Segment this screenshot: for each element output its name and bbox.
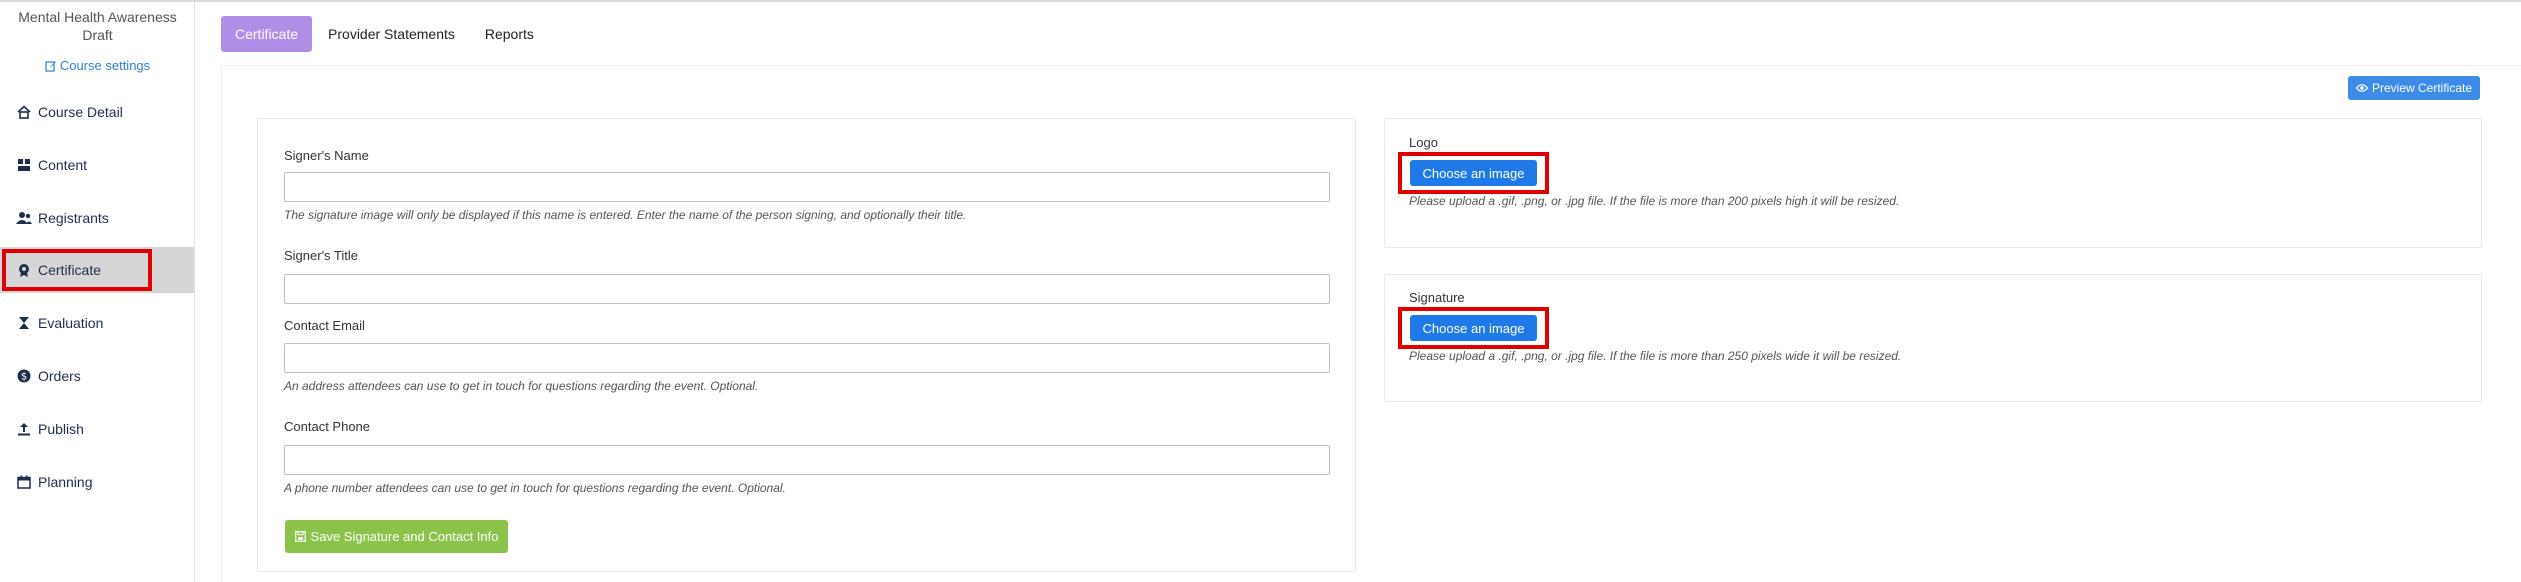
- sidebar-item-label: Publish: [38, 421, 84, 437]
- edit-icon: [45, 61, 56, 72]
- sidebar-item-certificate[interactable]: Certificate: [0, 247, 194, 293]
- logo-hint: Please upload a .gif, .png, or .jpg file…: [1409, 194, 1900, 208]
- sidebar-item-content[interactable]: Content: [0, 142, 194, 188]
- sidebar-item-course-detail[interactable]: Course Detail: [0, 89, 194, 135]
- award-icon: [16, 262, 32, 278]
- course-title: Mental Health Awareness: [18, 9, 177, 25]
- sidebar-item-label: Evaluation: [38, 315, 104, 331]
- contact-phone-input[interactable]: [284, 445, 1330, 475]
- logo-label: Logo: [1409, 135, 1438, 150]
- sidebar-item-planning[interactable]: Planning: [0, 459, 194, 505]
- home-icon: [16, 104, 32, 120]
- sidebar-item-label: Certificate: [38, 262, 102, 278]
- signer-name-input[interactable]: [284, 172, 1330, 202]
- course-status: Draft: [82, 27, 113, 43]
- sidebar-item-evaluation[interactable]: Evaluation: [0, 300, 194, 346]
- sidebar-item-label: Orders: [38, 368, 81, 384]
- signature-label: Signature: [1409, 290, 1465, 305]
- users-icon: [16, 210, 32, 226]
- preview-certificate-label: Preview Certificate: [2371, 81, 2473, 95]
- sidebar-item-orders[interactable]: $ Orders: [0, 353, 194, 399]
- tab-reports[interactable]: Reports: [471, 16, 548, 52]
- signer-name-hint: The signature image will only be display…: [284, 208, 967, 222]
- save-signature-label: Save Signature and Contact Info: [310, 529, 499, 544]
- sidebar-item-label: Course Detail: [38, 104, 123, 120]
- contact-email-label: Contact Email: [284, 318, 365, 333]
- signer-title-label: Signer's Title: [284, 248, 359, 263]
- tab-bar: Certificate Provider Statements Reports: [221, 16, 550, 52]
- course-title-block: Mental Health Awareness Draft: [0, 8, 195, 44]
- save-icon: [294, 531, 306, 542]
- dollar-icon: $: [16, 368, 32, 384]
- upload-icon: [16, 421, 32, 437]
- svg-text:$: $: [21, 372, 27, 383]
- signer-title-input[interactable]: [284, 274, 1330, 304]
- eye-icon: [2355, 84, 2368, 92]
- contact-email-input[interactable]: [284, 343, 1330, 373]
- highlight-box: Choose an image: [1398, 152, 1549, 194]
- sidebar-item-label: Content: [38, 157, 88, 173]
- course-settings-link[interactable]: Course settings: [0, 58, 195, 73]
- sidebar-item-label: Planning: [38, 474, 93, 490]
- content-blocks-icon: [16, 157, 32, 173]
- tab-certificate[interactable]: Certificate: [221, 16, 313, 52]
- calendar-icon: [16, 474, 32, 490]
- signer-name-label: Signer's Name: [284, 148, 369, 163]
- sidebar-item-registrants[interactable]: Registrants: [0, 195, 194, 241]
- preview-certificate-button[interactable]: Preview Certificate: [2348, 76, 2480, 100]
- tab-provider-statements[interactable]: Provider Statements: [314, 16, 469, 52]
- sidebar-item-publish[interactable]: Publish: [0, 406, 194, 452]
- highlight-box: Choose an image: [1398, 307, 1549, 349]
- signature-choose-image-button[interactable]: Choose an image: [1410, 315, 1537, 341]
- sidebar-item-label: Registrants: [38, 210, 109, 226]
- course-settings-label: Course settings: [59, 58, 151, 73]
- logo-choose-image-button[interactable]: Choose an image: [1410, 160, 1537, 186]
- top-border: [0, 0, 2521, 2]
- contact-email-hint: An address attendees can use to get in t…: [284, 379, 759, 393]
- save-signature-button[interactable]: Save Signature and Contact Info: [285, 520, 508, 553]
- signature-hint: Please upload a .gif, .png, or .jpg file…: [1409, 349, 1902, 363]
- hourglass-icon: [16, 315, 32, 331]
- contact-phone-label: Contact Phone: [284, 419, 371, 434]
- contact-phone-hint: A phone number attendees can use to get …: [284, 481, 786, 495]
- sidebar: Mental Health Awareness Draft Course set…: [0, 2, 195, 582]
